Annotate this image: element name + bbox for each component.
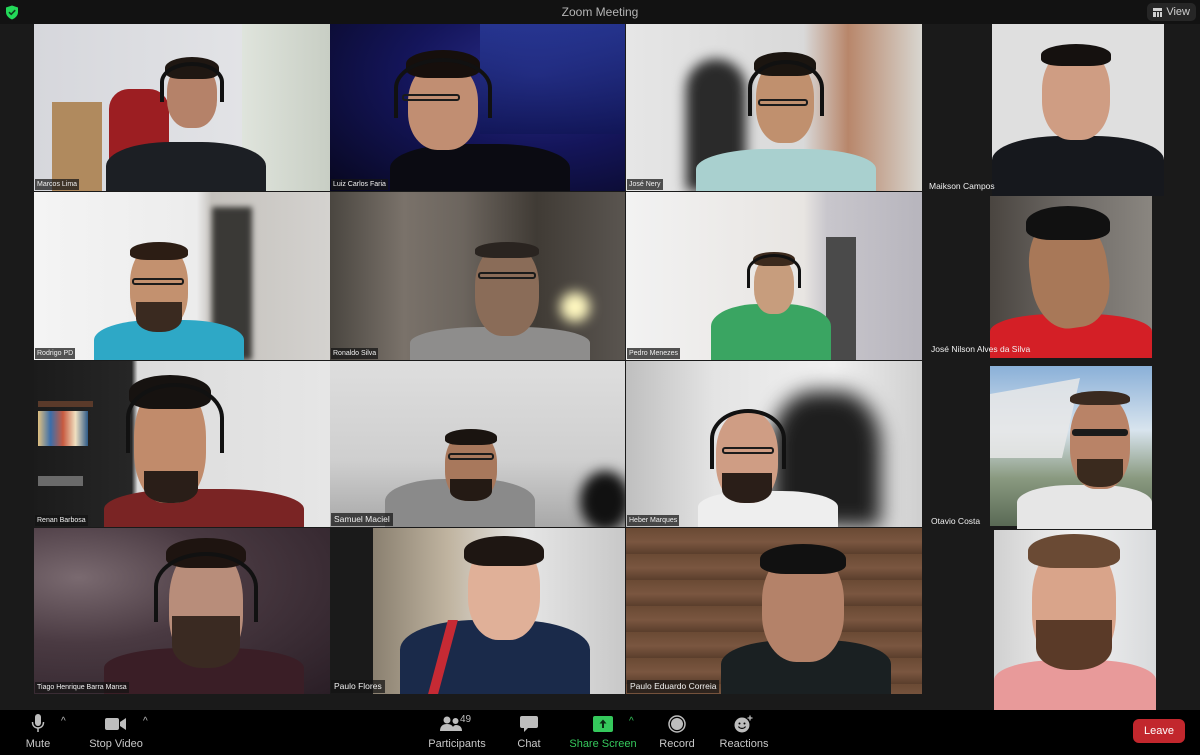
record-circle-icon [668,715,686,733]
video-tile-paulo-flores[interactable]: Paulo Flores [330,528,625,694]
video-tile-rodrigo-pd[interactable]: Rodrigo PD [34,192,330,360]
participant-name: Marcos Lima [35,179,80,190]
participant-name: Heber Marques [627,515,680,526]
participant-name: Ronaldo Silva [331,348,379,359]
leave-button[interactable]: Leave [1133,719,1185,743]
view-button[interactable]: View [1147,3,1196,21]
participants-label: Participants [428,738,486,750]
title-bar: Zoom Meeting View [0,0,1200,24]
video-tile-otavio-costa[interactable]: Otavio Costa [922,363,1200,529]
video-tile-jose-nilson-alves-da-silva[interactable]: José Nilson Alves da Silva [922,196,1200,358]
record-button[interactable]: Record [659,713,695,753]
people-icon [440,716,462,731]
video-camera-icon [105,718,126,730]
record-label: Record [659,738,695,750]
participant-name: Pedro Menezes [627,348,681,359]
video-tile-tiago-henrique-barra-mansa[interactable]: Tiago Henrique Barra Mansa [34,528,330,694]
video-tile-maikson-campos[interactable]: Maikson Campos [922,24,1200,196]
microphone-icon [31,714,45,732]
participant-name: Tiago Henrique Barra Mansa [35,682,129,693]
mute-button[interactable]: Mute [22,713,54,753]
participants-button[interactable]: 49 Participants [426,713,488,753]
meeting-controls-toolbar: Mute ^ Stop Video ^ 49 Participants Chat… [0,710,1200,755]
participant-name: Luiz Carlos Faria [331,179,388,190]
participant-name: Otavio Costa [931,516,981,526]
chat-button[interactable]: Chat [514,713,544,753]
video-tile-renan-barbosa[interactable]: Renan Barbosa [34,361,330,527]
chat-bubble-icon [520,716,538,732]
chat-label: Chat [517,738,541,750]
mute-label: Mute [25,738,51,750]
participant-name: José Nilson Alves da Silva [931,344,1031,354]
video-tile-pedro-menezes[interactable]: Pedro Menezes [626,192,922,360]
participant-name: Samuel Maciel [331,513,393,526]
video-tile-heber-marques[interactable]: Heber Marques [626,361,922,527]
participant-name: Maikson Campos [929,181,995,191]
stop-video-label: Stop Video [89,738,143,750]
audio-options-caret[interactable]: ^ [61,716,66,727]
video-tile-samuel-maciel[interactable]: Samuel Maciel [330,361,625,527]
participants-count: 49 [460,714,472,725]
share-screen-button[interactable]: Share Screen [568,713,638,753]
video-tile-luiz-carlos-faria[interactable]: Luiz Carlos Faria [330,24,625,191]
participant-name: José Nery [627,179,663,190]
view-label: View [1166,6,1190,18]
video-tile-jose-nery[interactable]: José Nery [626,24,922,191]
video-tile-unnamed[interactable] [922,530,1200,710]
smiley-plus-icon [734,715,753,733]
grid-view-icon [1153,7,1163,17]
share-options-caret[interactable]: ^ [629,716,634,727]
video-tile-ronaldo-silva[interactable]: Ronaldo Silva [330,192,625,360]
participant-name: Paulo Eduardo Correia [627,680,720,693]
stop-video-button[interactable]: Stop Video [86,713,146,753]
participant-name: Renan Barbosa [35,515,88,526]
participant-name: Paulo Flores [331,680,385,693]
share-screen-label: Share Screen [569,738,637,750]
participant-name: Rodrigo PD [35,348,76,359]
share-up-arrow-icon [593,716,613,732]
window-title: Zoom Meeting [561,5,639,19]
video-tile-paulo-eduardo-correia[interactable]: Paulo Eduardo Correia [626,528,922,694]
video-tile-marcos-lima[interactable]: Marcos Lima [34,24,330,191]
reactions-button[interactable]: Reactions [718,713,770,753]
zoom-meeting-window: Zoom Meeting View Marcos Lima Luiz Carlo… [0,0,1200,755]
reactions-label: Reactions [719,738,769,750]
video-options-caret[interactable]: ^ [143,716,148,727]
